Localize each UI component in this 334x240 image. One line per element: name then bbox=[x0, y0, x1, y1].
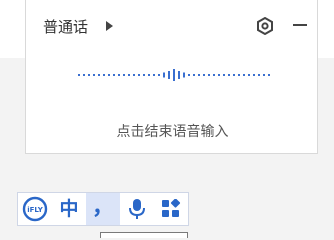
waveform-bar bbox=[93, 74, 95, 76]
ifly-logo-text: iFLY bbox=[27, 206, 44, 214]
waveform-bar bbox=[83, 74, 85, 76]
microphone-icon bbox=[129, 199, 145, 219]
waveform-bar bbox=[208, 74, 210, 76]
waveform-bar bbox=[198, 74, 200, 76]
waveform-bar bbox=[203, 74, 205, 76]
waveform-bar bbox=[268, 74, 270, 76]
ime-toolbar: iFLY 中 ， bbox=[17, 192, 189, 226]
waveform-bar bbox=[213, 74, 215, 76]
waveform-bar bbox=[133, 74, 135, 76]
waveform-bar bbox=[223, 74, 225, 76]
waveform-bar bbox=[193, 74, 195, 76]
ifly-logo-icon: iFLY bbox=[22, 196, 48, 222]
waveform-bar bbox=[88, 74, 90, 76]
waveform-bar bbox=[103, 74, 105, 76]
waveform-bar bbox=[168, 71, 170, 79]
waveform-bar bbox=[113, 74, 115, 76]
waveform-bar bbox=[228, 74, 230, 76]
waveform-bar bbox=[128, 74, 130, 76]
waveform-bar bbox=[233, 74, 235, 76]
waveform-bar bbox=[143, 74, 145, 76]
minimize-icon[interactable] bbox=[292, 17, 308, 33]
chinese-mode-button[interactable]: 中 bbox=[52, 193, 86, 225]
waveform-bar bbox=[253, 74, 255, 76]
stop-voice-input-hint[interactable]: 点击结束语音输入 bbox=[26, 124, 319, 140]
waveform-bar bbox=[218, 74, 220, 76]
expand-arrow-icon[interactable] bbox=[106, 21, 113, 31]
waveform-bar bbox=[243, 74, 245, 76]
punctuation-label: ， bbox=[91, 195, 114, 220]
waveform-bar bbox=[263, 74, 265, 76]
chinese-mode-label: 中 bbox=[59, 198, 79, 220]
toolbar-tab-indicator bbox=[100, 232, 188, 238]
waveform-bar bbox=[178, 71, 180, 79]
ifly-logo-button[interactable]: iFLY bbox=[18, 193, 52, 225]
waveform-bar bbox=[123, 74, 125, 76]
waveform-bar bbox=[108, 74, 110, 76]
waveform-bar bbox=[183, 72, 185, 78]
apps-grid-icon bbox=[162, 199, 181, 217]
punctuation-button[interactable]: ， bbox=[86, 193, 120, 225]
voice-input-button[interactable] bbox=[120, 193, 154, 225]
waveform-bar bbox=[153, 74, 155, 76]
waveform-bar bbox=[138, 74, 140, 76]
waveform-bar bbox=[238, 74, 240, 76]
waveform-bar bbox=[258, 74, 260, 76]
apps-button[interactable] bbox=[154, 193, 188, 225]
settings-icon[interactable] bbox=[256, 17, 274, 35]
voice-waveform bbox=[78, 69, 270, 81]
waveform-bar bbox=[148, 74, 150, 76]
language-label[interactable]: 普通话 bbox=[43, 18, 88, 36]
waveform-bar bbox=[188, 74, 190, 76]
waveform-bar bbox=[173, 69, 175, 81]
waveform-bar bbox=[78, 74, 80, 76]
waveform-bar bbox=[98, 74, 100, 76]
waveform-bar bbox=[118, 74, 120, 76]
waveform-bar bbox=[158, 74, 160, 76]
waveform-bar bbox=[163, 72, 165, 78]
voice-input-panel: 普通话 点击结束语音输入 bbox=[25, 0, 318, 154]
waveform-bar bbox=[248, 74, 250, 76]
